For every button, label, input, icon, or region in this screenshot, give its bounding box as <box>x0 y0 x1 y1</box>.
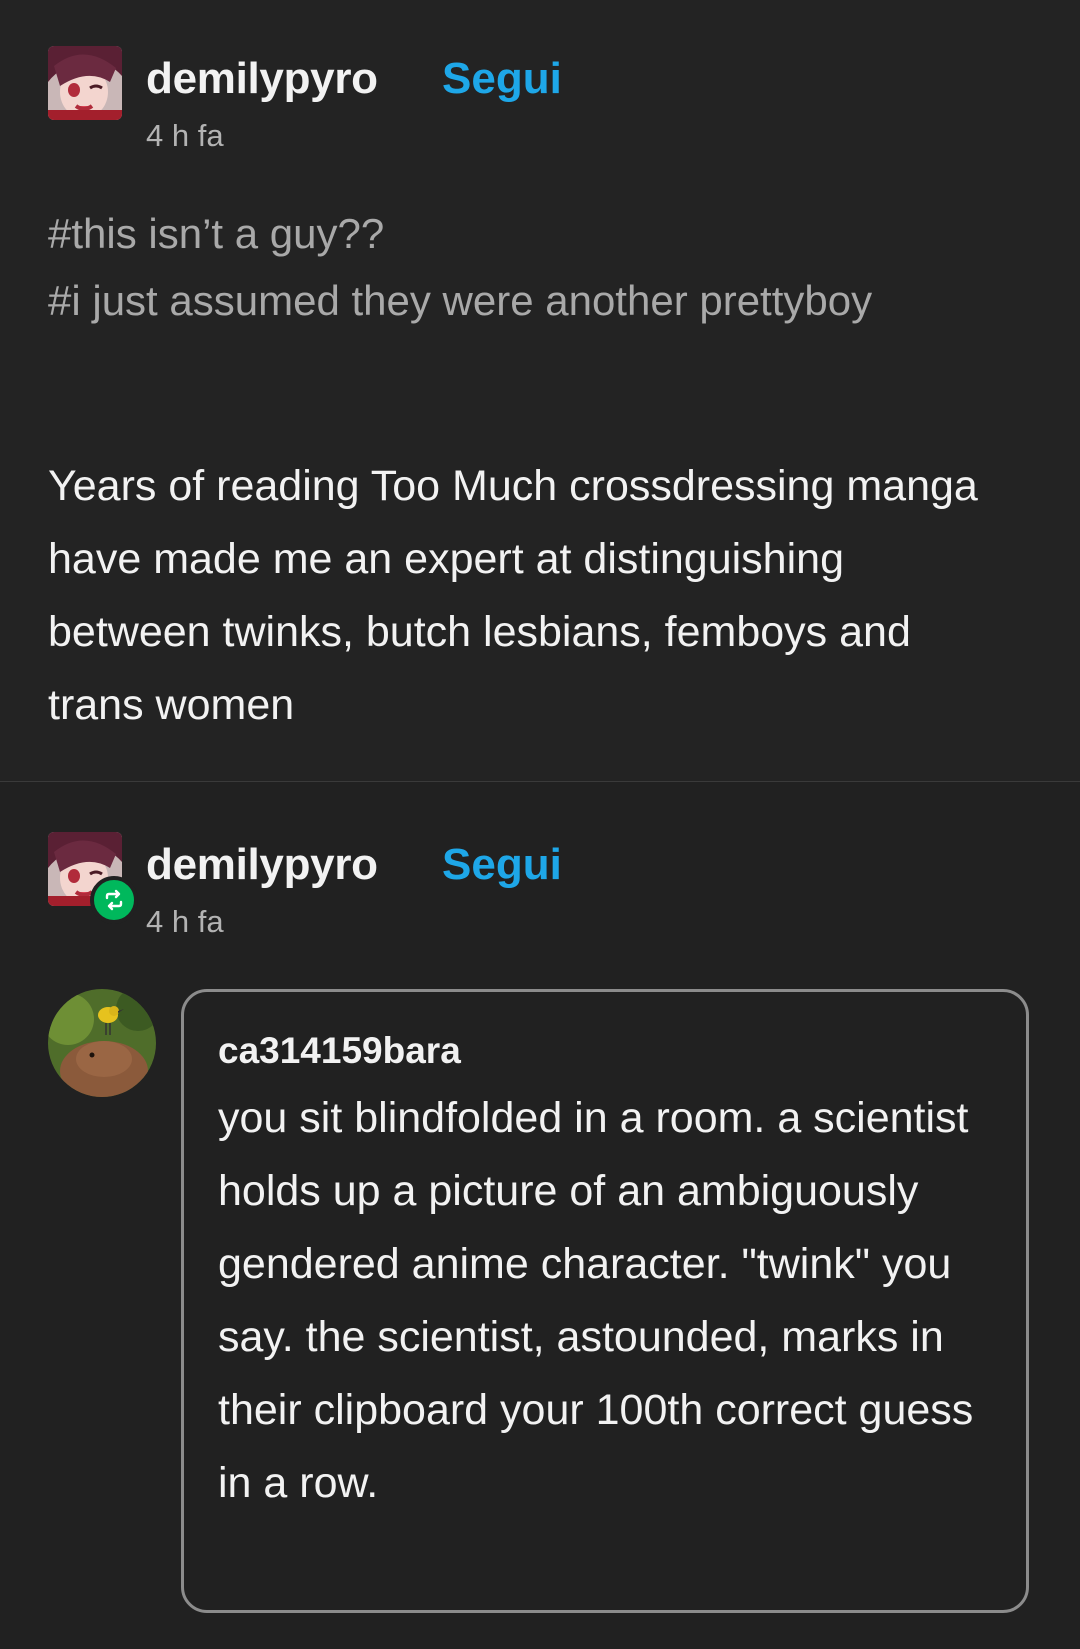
quoted-post: ca314159bara you sit blindfolded in a ro… <box>181 989 1029 1613</box>
reblog-username[interactable]: demilypyro <box>146 840 378 890</box>
post-username[interactable]: demilypyro <box>146 54 378 104</box>
post-timestamp: 4 h fa <box>146 118 224 153</box>
reblog-timestamp: 4 h fa <box>146 904 224 939</box>
tag-item[interactable]: #i just assumed they were another pretty… <box>48 267 948 334</box>
quoted-user-avatar[interactable] <box>48 989 156 1097</box>
post-body: Years of reading Too Much crossdressing … <box>48 462 978 729</box>
quoted-username[interactable]: ca314159bara <box>218 1030 461 1072</box>
follow-button[interactable]: Segui <box>442 840 562 890</box>
anime-avatar-icon <box>48 46 122 120</box>
capybara-bird-avatar-icon <box>48 989 156 1097</box>
reblog-icon <box>90 876 138 924</box>
quoted-text: you sit blindfolded in a room. a scienti… <box>218 1094 974 1507</box>
tag-item[interactable]: #this isn’t a guy?? <box>48 200 948 267</box>
tag-list: #this isn’t a guy?? #i just assumed they… <box>48 200 948 334</box>
user-avatar[interactable] <box>48 46 122 120</box>
post-card: demilypyro Segui 4 h fa #this isn’t a gu… <box>0 0 1080 781</box>
follow-button[interactable]: Segui <box>442 54 562 104</box>
